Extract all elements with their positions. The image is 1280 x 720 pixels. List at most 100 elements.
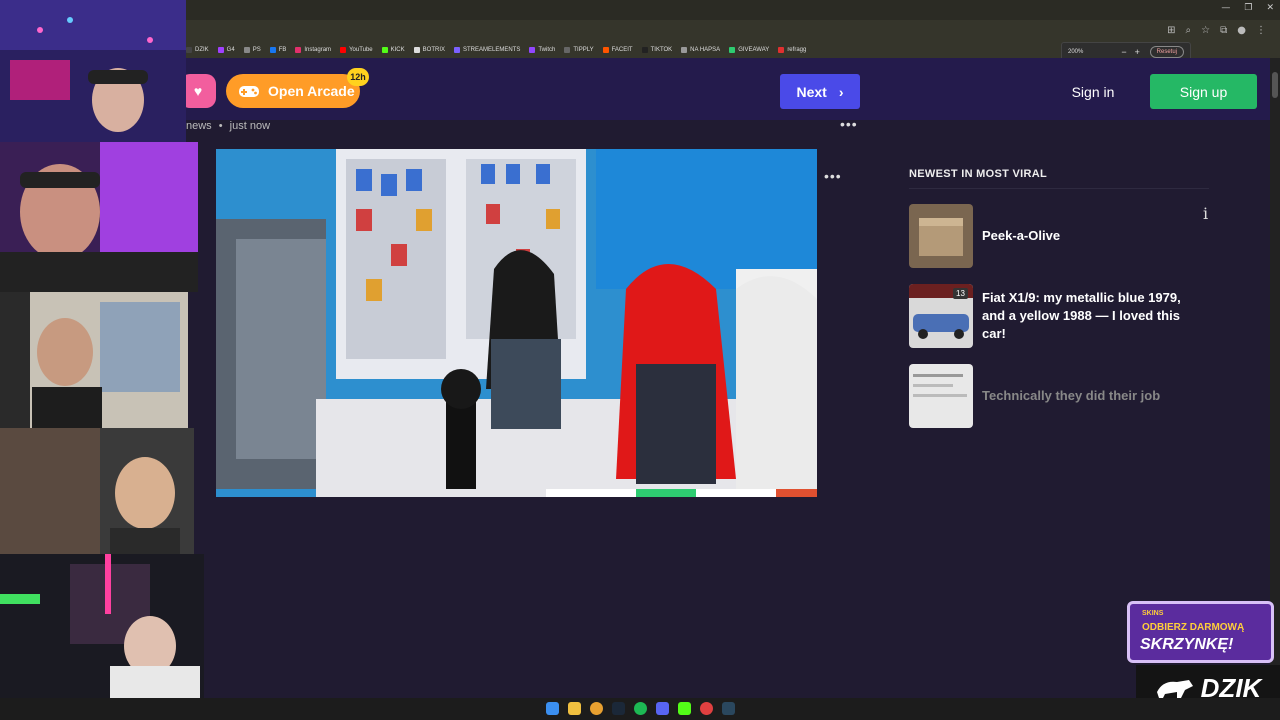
bookmark-item[interactable]: G4 bbox=[217, 47, 235, 53]
info-icon[interactable]: i bbox=[1203, 204, 1208, 223]
taskbar bbox=[0, 698, 1280, 720]
star-icon[interactable]: ☆ bbox=[1201, 25, 1210, 36]
site-header: ♥ Open Arcade 12h Next › Sign in Sign up bbox=[0, 58, 1270, 120]
bookmark-item[interactable]: KICK bbox=[381, 47, 405, 53]
maximize-icon[interactable]: ❐ bbox=[1244, 3, 1252, 13]
discord-icon[interactable] bbox=[656, 702, 669, 715]
steam-icon[interactable] bbox=[612, 702, 625, 715]
bookmark-item[interactable]: Instagram bbox=[295, 47, 331, 53]
sidebar-item-1[interactable]: Peek-a-Olive bbox=[909, 204, 1196, 268]
bookmark-favicon-icon bbox=[269, 47, 276, 53]
sign-up-button[interactable]: Sign up bbox=[1150, 74, 1257, 109]
media-options-icon[interactable]: ••• bbox=[824, 168, 842, 184]
bookmark-item[interactable]: STREAMELEMENTS bbox=[454, 47, 520, 53]
close-icon[interactable]: ✕ bbox=[1266, 3, 1274, 13]
bookmark-favicon-icon bbox=[186, 47, 192, 53]
bookmark-item[interactable]: GIVEAWAY bbox=[729, 47, 769, 53]
scrollbar-thumb[interactable] bbox=[1272, 72, 1278, 98]
chrome-icon[interactable] bbox=[590, 702, 603, 715]
post-options-icon[interactable]: ••• bbox=[840, 116, 858, 132]
promo-banner: SKINS ODBIERZ DARMOWĄ SKRZYNKĘ! bbox=[1127, 601, 1274, 663]
bookmark-favicon-icon bbox=[340, 47, 347, 53]
bookmark-label: YouTube bbox=[349, 47, 373, 53]
promo-line-2: SKRZYNKĘ! bbox=[1140, 636, 1234, 653]
browser-titlebar: — ❐ ✕ bbox=[0, 0, 1280, 20]
zoom-out-button[interactable]: − bbox=[1121, 47, 1126, 57]
windows-start-icon[interactable] bbox=[546, 702, 559, 715]
kick-icon[interactable] bbox=[678, 702, 691, 715]
bookmark-item[interactable]: BOTRIX bbox=[413, 47, 445, 53]
bookmark-label: DZIK bbox=[195, 47, 209, 53]
bookmark-favicon-icon bbox=[529, 47, 536, 53]
bookmark-label: PS bbox=[252, 47, 261, 53]
bookmark-label: G4 bbox=[226, 47, 235, 53]
post-source[interactable]: news bbox=[186, 120, 212, 132]
video-frame bbox=[216, 149, 817, 497]
profile-icon[interactable]: ● bbox=[1237, 25, 1246, 36]
file-explorer-icon[interactable] bbox=[568, 702, 581, 715]
bookmark-item[interactable]: FB bbox=[269, 47, 287, 53]
bookmark-label: FB bbox=[278, 47, 287, 53]
promo-brand: SKINS bbox=[1142, 610, 1164, 617]
sidebar-item-title: Fiat X1/9: my metallic blue 1979, and a … bbox=[982, 290, 1181, 341]
bookmark-item[interactable]: TIPPLY bbox=[564, 47, 594, 53]
webcam-4 bbox=[0, 428, 194, 554]
translate-icon[interactable]: ⊞ bbox=[1167, 25, 1175, 36]
zoom-icon[interactable]: ⌕ bbox=[1186, 25, 1192, 36]
bookmark-item[interactable]: refragg bbox=[778, 47, 806, 53]
bookmark-favicon-icon bbox=[413, 47, 420, 53]
post-video[interactable] bbox=[216, 149, 817, 497]
bookmark-label: KICK bbox=[390, 47, 405, 53]
bookmark-label: GIVEAWAY bbox=[738, 47, 770, 53]
bookmark-label: refragg bbox=[787, 47, 807, 53]
sidebar-item-thumbnail bbox=[909, 364, 973, 428]
sidebar-item-3[interactable]: Technically they did their job bbox=[909, 364, 1196, 428]
bookmark-favicon-icon bbox=[729, 47, 736, 53]
bookmark-item[interactable]: NA HAPSA bbox=[681, 47, 720, 53]
gamepad-icon bbox=[239, 86, 259, 97]
bookmark-label: BOTRIX bbox=[422, 47, 445, 53]
bookmark-label: NA HAPSA bbox=[690, 47, 721, 53]
bookmark-label: Instagram bbox=[304, 47, 332, 53]
boar-icon bbox=[1156, 680, 1193, 698]
bookmark-item[interactable]: YouTube bbox=[340, 47, 373, 53]
zoom-in-button[interactable]: + bbox=[1135, 47, 1140, 57]
sidebar-item-title: Peek-a-Olive bbox=[982, 228, 1061, 243]
gallery-count-badge: 13 bbox=[953, 288, 968, 299]
webcam-2 bbox=[0, 142, 198, 292]
bookmark-item[interactable]: DZIK bbox=[186, 47, 209, 53]
spotify-icon[interactable] bbox=[634, 702, 647, 715]
logo-icon: ♥ bbox=[193, 83, 203, 99]
bookmark-favicon-icon bbox=[295, 47, 302, 53]
bookmark-item[interactable]: FACEIT bbox=[602, 47, 633, 53]
bookmark-favicon-icon bbox=[217, 47, 224, 53]
bookmark-label: STREAMELEMENTS bbox=[463, 47, 521, 53]
chevron-right-icon: › bbox=[838, 83, 844, 100]
sidebar-item-thumbnail bbox=[909, 204, 973, 268]
arcade-badge: 12h bbox=[347, 68, 369, 86]
bookmark-item[interactable]: TIKTOK bbox=[641, 47, 672, 53]
menu-icon[interactable]: ⋮ bbox=[1256, 25, 1266, 36]
open-arcade-button[interactable]: Open Arcade bbox=[226, 74, 360, 108]
sidebar-item-title: Technically they did their job bbox=[982, 388, 1161, 403]
minimize-icon[interactable]: — bbox=[1221, 3, 1230, 13]
extensions-icon[interactable]: ⧉ bbox=[1220, 25, 1227, 36]
bookmark-item[interactable]: PS bbox=[243, 47, 261, 53]
obs-icon[interactable] bbox=[700, 702, 713, 715]
open-arcade-label: Open Arcade bbox=[268, 83, 355, 99]
meta-separator: • bbox=[218, 120, 223, 132]
screen: — ❐ ✕ ⊞ ⌕ ☆ ⧉ ● ⋮ DZIK G4 PS FB Instagram You… bbox=[0, 0, 1280, 720]
post-meta: news • just now bbox=[186, 120, 270, 132]
bookmark-item[interactable]: Twitch bbox=[529, 47, 555, 53]
sidebar-title: NEWEST IN MOST VIRAL bbox=[909, 168, 1047, 180]
webcam-3 bbox=[0, 292, 188, 428]
sidebar-divider bbox=[909, 188, 1209, 189]
address-bar[interactable]: ⊞ ⌕ ☆ ⧉ ● ⋮ bbox=[0, 20, 1280, 42]
steam-icon-2[interactable] bbox=[722, 702, 735, 715]
bookmark-favicon-icon bbox=[778, 47, 785, 53]
zoom-reset-button[interactable]: Resetuj bbox=[1149, 46, 1184, 58]
next-button[interactable]: Next › bbox=[780, 74, 860, 109]
bookmark-favicon-icon bbox=[602, 47, 609, 53]
sidebar-item-2[interactable]: 13 Fiat X1/9: my metallic blue 1979, and… bbox=[909, 284, 1196, 348]
sign-in-button[interactable]: Sign in bbox=[1058, 74, 1128, 109]
